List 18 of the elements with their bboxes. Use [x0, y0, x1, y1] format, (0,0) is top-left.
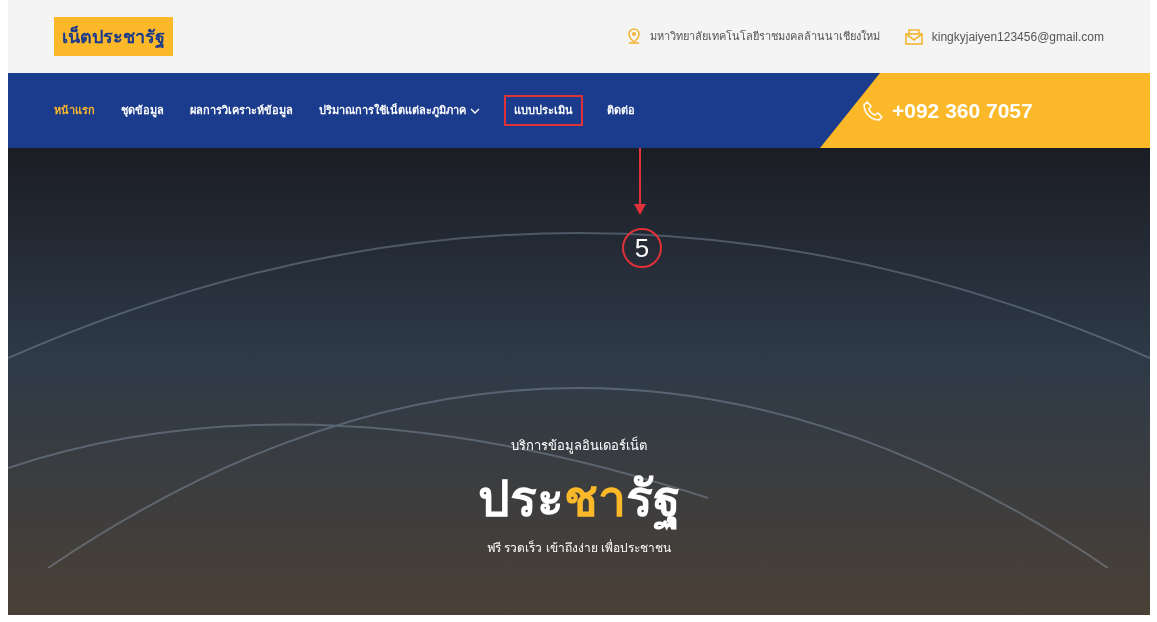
hero-subtitle: บริการข้อมูลอินเดอร์เน็ต [511, 435, 647, 455]
location-pin-icon [625, 27, 642, 46]
nav-link[interactable]: ปริมาณการใช้เน็ตแต่ละภูมิภาค [319, 102, 480, 119]
hero-title: ประชารัฐ [477, 469, 681, 529]
nav-link[interactable]: หน้าแรก [54, 102, 95, 119]
email-text[interactable]: kingkyjaiyen123456@gmail.com [931, 27, 1104, 46]
nav-link[interactable]: ติดต่อ [607, 102, 635, 119]
nav-link[interactable]: ชุดข้อมูล [121, 102, 164, 119]
nav-link[interactable]: ผลการวิเคราะห์ข้อมูล [190, 102, 293, 119]
chevron-down-icon [470, 107, 480, 114]
phone-icon [862, 99, 884, 122]
annotation-arrow [632, 148, 648, 216]
site-logo[interactable]: เน็ตประชารัฐ [54, 17, 173, 56]
envelope-icon [903, 28, 924, 45]
nav-link[interactable]: แบบประเมิน [506, 97, 581, 124]
hero-tagline: ฟรี รวดเร็ว เข้าถึงง่าย เพื่อประชาชน [487, 539, 671, 557]
address-text: มหาวิทยาลัยเทคโนโลยีราชมงคลล้านนาเชียงใหม่ [649, 29, 880, 45]
step-number: 5 [622, 228, 662, 268]
